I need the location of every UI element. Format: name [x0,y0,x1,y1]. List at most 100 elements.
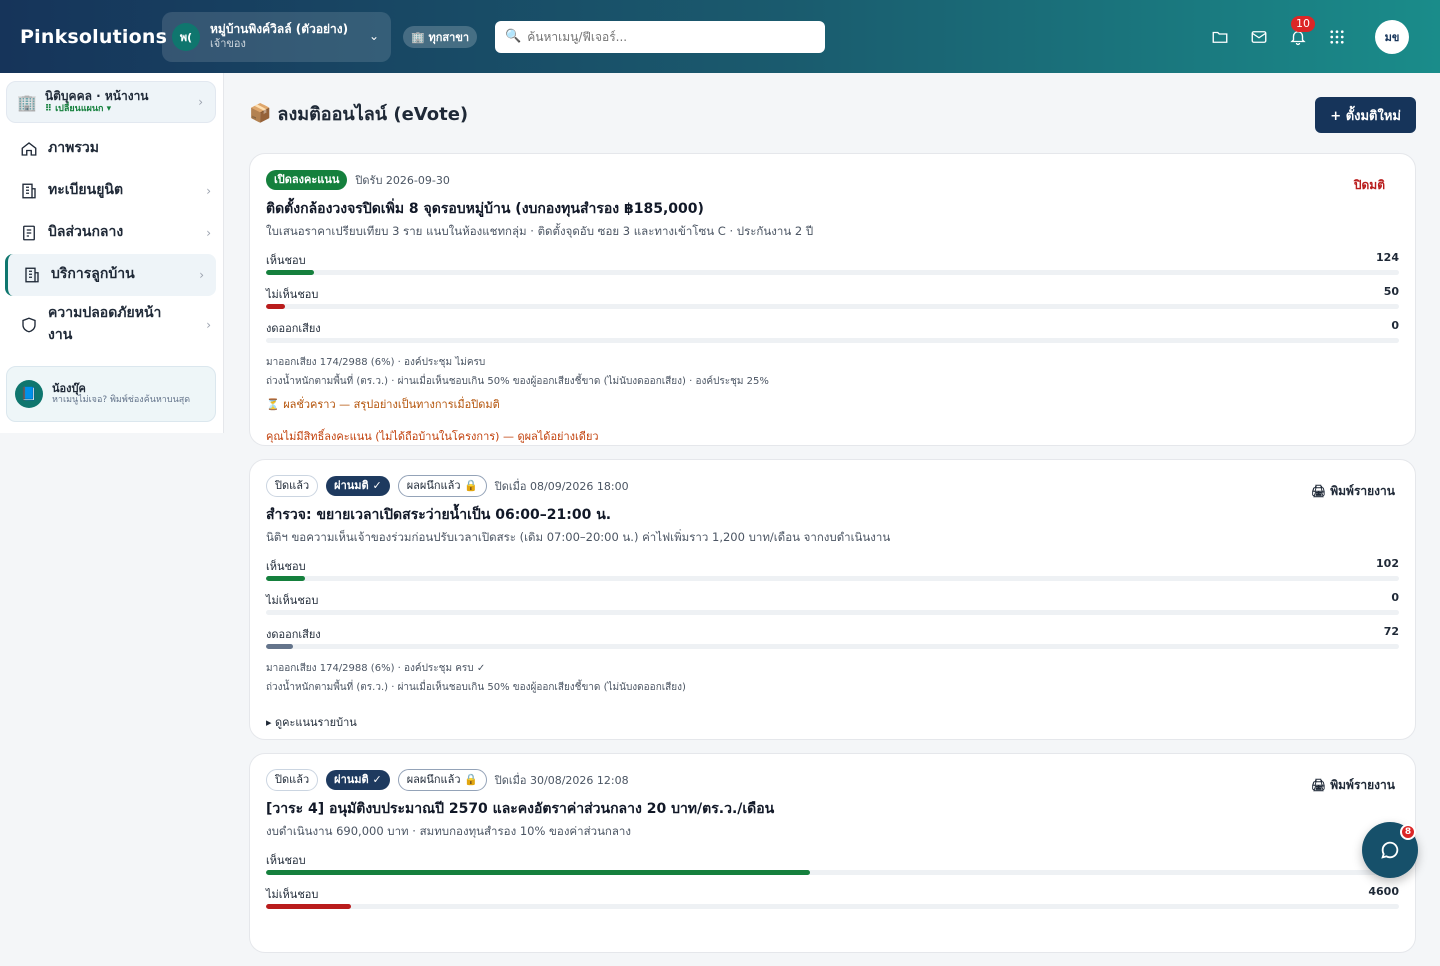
chat-button[interactable]: 8 [1362,822,1418,878]
vote-label: เห็นชอบ [266,560,306,573]
org-switch-department[interactable]: ⠿ เปลี่ยนแผนก ▾ [45,104,149,114]
help-assistant-card[interactable]: 📘 น้องบุ๊ค หาเมนูไม่เจอ? พิมพ์ช่องค้นหาบ… [6,366,216,422]
turnout-text: มาออกเสียง 174/2988 (6%) · องค์ประชุม คร… [266,663,486,674]
chevron-right-icon: › [206,184,211,198]
project-name: หมู่บ้านพิงค์วิลล์ (ตัวอย่าง) [210,22,349,37]
status-badge: ปิดแล้ว [266,475,319,497]
motion-title: [วาระ 4] อนุมัติงบประมาณปี 2570 และคงอัต… [266,801,775,817]
invoice-icon [23,225,35,241]
vote-bar [266,870,1399,875]
page-title: ลงมติออนไลน์ (eVote) [277,103,469,125]
vote-count: 4600 [1368,885,1399,898]
home-icon [21,142,37,156]
motion-description: นิติฯ ขอความเห็นเจ้าของร่วมก่อนปรับเวลาเ… [266,530,891,544]
vote-bar [266,304,1399,309]
vote-bar [266,904,1399,909]
search-input[interactable] [527,29,816,44]
provisional-note: ⏳ ผลชั่วคราว — สรุปอย่างเป็นทางการเมื่อป… [266,398,500,411]
close-date: ปิดเมื่อ 30/08/2026 12:08 [494,774,629,787]
org-title: นิติบุคคล · หน้างาน [44,88,149,103]
motion-card: ปิดแล้ว ผ่านมติ ✓ ผลผนึกแล้ว 🔒 ปิดเมื่อ … [249,459,1416,740]
vote-label: เห็นชอบ [266,254,306,267]
result-badge: ผ่านมติ ✓ [326,476,390,496]
search-box[interactable]: 🔍 [495,20,826,53]
vote-row-reject: ไม่เห็นชอบ 0 [266,591,1399,615]
vote-row-reject: ไม่เห็นชอบ 4600 [266,885,1399,909]
bell-icon[interactable]: 10 [1287,15,1315,48]
chevron-right-icon: › [198,95,203,109]
chevron-right-icon: › [199,268,204,282]
project-switcher[interactable]: พ( หมู่บ้านพิงค์วิลล์ (ตัวอย่าง) เจ้าของ… [162,11,391,62]
motion-description: ใบเสนอราคาเปรียบเทียบ 3 ราย แนบในห้องแชท… [266,224,814,238]
top-bar: Pinksolutions พ( หมู่บ้านพิงค์วิลล์ (ตัว… [0,0,1440,73]
motion-title: ติดตั้งกล้องวงจรปิดเพิ่ม 8 จุดรอบหมู่บ้า… [266,201,704,217]
vote-label: ไม่เห็นชอบ [266,888,319,901]
building-service-icon [25,267,39,283]
mail-icon[interactable] [1248,26,1270,48]
sidebar-item-label: ความปลอดภัยหน้างาน [48,305,162,343]
status-badge: ปิดแล้ว [266,769,319,791]
rules-text: ถ่วงน้ำหนักตามพื้นที่ (ตร.ว.) · ผ่านเมื่… [266,682,686,693]
sidebar-item-common-bills[interactable]: บิลส่วนกลาง › [0,212,223,254]
book-icon: 📘 [15,380,43,408]
building-list-icon [22,183,36,199]
view-per-house-toggle[interactable]: ▸ ดูคะแนนรายบ้าน [266,713,1399,731]
no-vote-rights-note: คุณไม่มีสิทธิ์ลงคะแนน (ไม่ได้ถือบ้านในโค… [266,430,599,443]
building-icon: 🏢 [17,92,37,112]
close-date: ปิดเมื่อ 08/09/2026 18:00 [494,480,629,493]
vote-row-abstain: งดออกเสียง 72 [266,625,1399,649]
sidebar-item-label: บิลส่วนกลาง [48,224,124,241]
turnout-text: มาออกเสียง 174/2988 (6%) · องค์ประชุม ไม… [266,357,486,368]
chevron-down-icon: ⌄ [368,28,379,43]
chat-bubble-icon [1381,841,1399,859]
sidebar-item-overview[interactable]: ภาพรวม [0,128,223,170]
vote-bar [266,270,1399,275]
status-badge: เปิดลงคะแนน [266,170,348,190]
chevron-right-icon: › [206,318,211,332]
vote-label: งดออกเสียง [266,628,321,641]
folder-icon[interactable] [1209,26,1231,48]
vote-row-approve: เห็นชอบ 124 [266,251,1399,275]
vote-bar-fill [266,270,314,275]
org-switcher[interactable]: 🏢 นิติบุคคล · หน้างาน ⠿ เปลี่ยนแผนก ▾ › [6,81,216,123]
user-avatar[interactable]: มข [1375,19,1409,54]
project-avatar: พ( [172,22,200,51]
chat-badge: 8 [1400,824,1416,840]
sealed-badge: ผลผนึกแล้ว 🔒 [397,475,487,497]
rules-text: ถ่วงน้ำหนักตามพื้นที่ (ตร.ว.) · ผ่านเมื่… [266,376,769,387]
sidebar-item-resident-services[interactable]: บริการลูกบ้าน › [5,254,216,296]
print-report-button[interactable]: 🖨 พิมพ์รายงาน [1311,776,1395,795]
vote-bar-fill [266,870,810,875]
help-subtitle: หาเมนูไม่เจอ? พิมพ์ช่องค้นหาบนสุด [52,395,191,406]
notification-badge: 10 [1291,15,1315,32]
shield-icon [22,317,36,333]
vote-bar [266,338,1399,343]
help-title: น้องบุ๊ค [52,382,86,395]
close-date: ปิดรับ 2026-09-30 [355,174,450,187]
search-icon: 🔍 [505,29,522,44]
vote-bar-fill [266,904,351,909]
vote-count: 50 [1383,285,1399,298]
vote-count: 102 [1376,557,1399,570]
new-motion-button[interactable]: + ตั้งมติใหม่ [1315,97,1416,133]
vote-label: เห็นชอบ [266,854,306,867]
vote-bar [266,644,1399,649]
apps-grid-icon[interactable] [1326,26,1348,48]
vote-bar-fill [266,304,286,309]
vote-row-abstain: งดออกเสียง 0 [266,319,1399,343]
brand-logo[interactable]: Pinksolutions [20,26,167,48]
vote-count: 0 [1391,319,1399,332]
vote-count: 72 [1383,625,1399,638]
vote-row-reject: ไม่เห็นชอบ 50 [266,285,1399,309]
sidebar-item-site-security[interactable]: ความปลอดภัยหน้างาน › [0,296,223,354]
vote-row-approve: เห็นชอบ 102 [266,557,1399,581]
sidebar: 🏢 นิติบุคคล · หน้างาน ⠿ เปลี่ยนแผนก ▾ › … [0,73,224,433]
branch-selector[interactable]: 🏢 ทุกสาขา [403,25,478,48]
vote-count: 124 [1376,251,1399,264]
vote-bar-fill [266,576,305,581]
vote-label: ไม่เห็นชอบ [266,594,319,607]
print-report-button[interactable]: 🖨 พิมพ์รายงาน [1311,482,1395,501]
close-motion-button[interactable]: ปิดมติ [1354,176,1385,195]
sidebar-item-unit-registry[interactable]: ทะเบียนยูนิต › [0,170,223,212]
motion-card: ปิดแล้ว ผ่านมติ ✓ ผลผนึกแล้ว 🔒 ปิดเมื่อ … [249,753,1416,953]
